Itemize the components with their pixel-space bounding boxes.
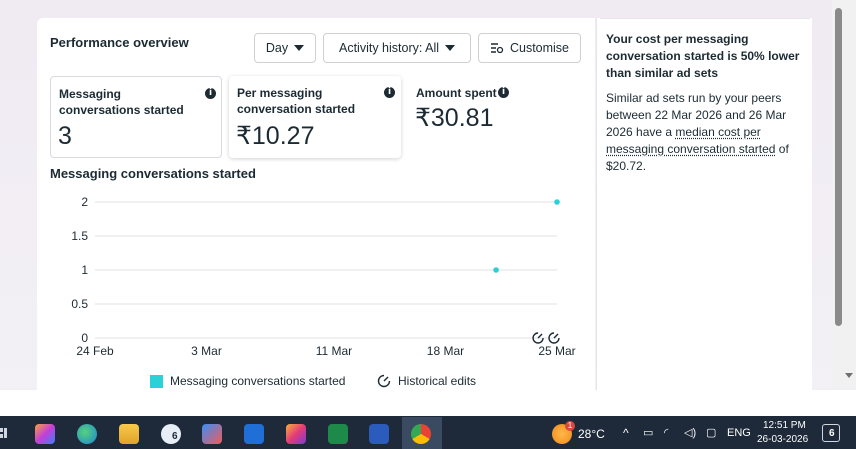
divider (600, 18, 810, 19)
page-title: Performance overview (50, 35, 189, 50)
activity-dropdown-label: Activity history: All (338, 41, 440, 55)
x-tick-label: 3 Mar (191, 344, 222, 358)
metric-label: Messaging conversations started (59, 87, 184, 117)
clock-time[interactable]: 12:51 PM (763, 420, 806, 431)
edge-icon[interactable] (77, 424, 97, 444)
file-explorer-icon[interactable] (119, 424, 139, 444)
legend-label: Messaging conversations started (170, 374, 346, 388)
weather-temperature[interactable]: 28°C (578, 427, 605, 441)
chrome-profile-badge: 6 (172, 431, 178, 442)
day-dropdown-label: Day (265, 41, 289, 55)
excel-icon[interactable] (328, 424, 348, 444)
camera-icon[interactable]: ▢ (706, 426, 716, 439)
y-tick-label: 0 (81, 331, 88, 345)
metric-card-conversations[interactable]: Messaging conversations started i 3 (50, 76, 222, 158)
clock-date[interactable]: 26-03-2026 (757, 434, 808, 445)
chrome-profile-icon[interactable]: 6 (161, 424, 181, 444)
day-dropdown[interactable]: Day (254, 33, 316, 63)
notification-count: 6 (829, 428, 835, 439)
metric-label: Per messaging conversation started (237, 86, 356, 116)
notification-icon[interactable]: 6 (822, 424, 840, 442)
customise-label: Customise (509, 41, 570, 55)
chevron-down-icon (294, 45, 305, 51)
legend-swatch (150, 374, 163, 388)
battery-icon[interactable]: ▭ (643, 426, 653, 439)
historical-edit-icon (377, 374, 391, 388)
x-tick-label: 18 Mar (427, 344, 464, 358)
conversations-chart: 0 0.5 1 1.5 2 24 Feb 3 Mar 11 Mar 18 Mar 25 Mar (71, 195, 575, 358)
metric-card-amount-spent[interactable]: Amount spent i ₹30.81 (408, 76, 580, 158)
volume-icon[interactable]: ◁) (684, 426, 696, 439)
legend-item-historical-edits[interactable]: Historical edits (377, 374, 476, 388)
y-tick-label: 2 (81, 195, 88, 209)
copilot-icon[interactable] (35, 424, 55, 444)
metric-value: ₹30.81 (415, 104, 494, 132)
insight-body: Similar ad sets run by your peers betwee… (606, 90, 806, 175)
metric-label: Amount spent (416, 86, 497, 100)
page-bottom-strip (0, 390, 856, 416)
data-point[interactable] (493, 267, 499, 273)
x-tick-label: 25 Mar (538, 344, 575, 358)
chrome-icon[interactable] (411, 424, 431, 444)
chevron-up-icon[interactable]: ^ (623, 426, 629, 440)
scroll-down-arrow-icon[interactable] (845, 373, 853, 378)
instagram-icon[interactable] (286, 424, 306, 444)
y-tick-label: 1.5 (71, 229, 88, 243)
language-indicator[interactable]: ENG (727, 427, 751, 439)
x-tick-label: 24 Feb (76, 344, 114, 358)
metric-value: ₹10.27 (236, 122, 315, 150)
weather-badge: 1 (565, 421, 575, 431)
customise-button[interactable]: Customise (478, 33, 581, 63)
outlook-icon[interactable] (244, 424, 264, 444)
y-tick-label: 1 (81, 263, 88, 277)
info-icon[interactable]: i (205, 88, 216, 99)
legend-item-conversations[interactable]: Messaging conversations started (150, 374, 345, 388)
chart-title: Messaging conversations started (50, 166, 256, 181)
task-view-icon[interactable] (0, 426, 8, 440)
metric-value: 3 (58, 122, 72, 150)
metric-card-cost-per-conversation[interactable]: Per messaging conversation started i ₹10… (229, 76, 401, 158)
data-point[interactable] (554, 199, 560, 205)
scrollbar-thumb[interactable] (835, 8, 842, 326)
wifi-icon[interactable]: ◜ (664, 426, 668, 439)
info-icon[interactable]: i (384, 87, 395, 98)
activity-history-dropdown[interactable]: Activity history: All (323, 33, 471, 63)
chevron-down-icon (445, 45, 456, 51)
word-icon[interactable] (369, 424, 389, 444)
legend-label: Historical edits (398, 374, 477, 388)
store-icon[interactable] (202, 424, 222, 444)
customise-icon (490, 43, 504, 54)
info-icon[interactable]: i (498, 87, 509, 98)
y-tick-label: 0.5 (71, 297, 88, 311)
x-tick-label: 11 Mar (316, 344, 352, 358)
insight-heading: Your cost per messaging conversation sta… (606, 32, 800, 80)
